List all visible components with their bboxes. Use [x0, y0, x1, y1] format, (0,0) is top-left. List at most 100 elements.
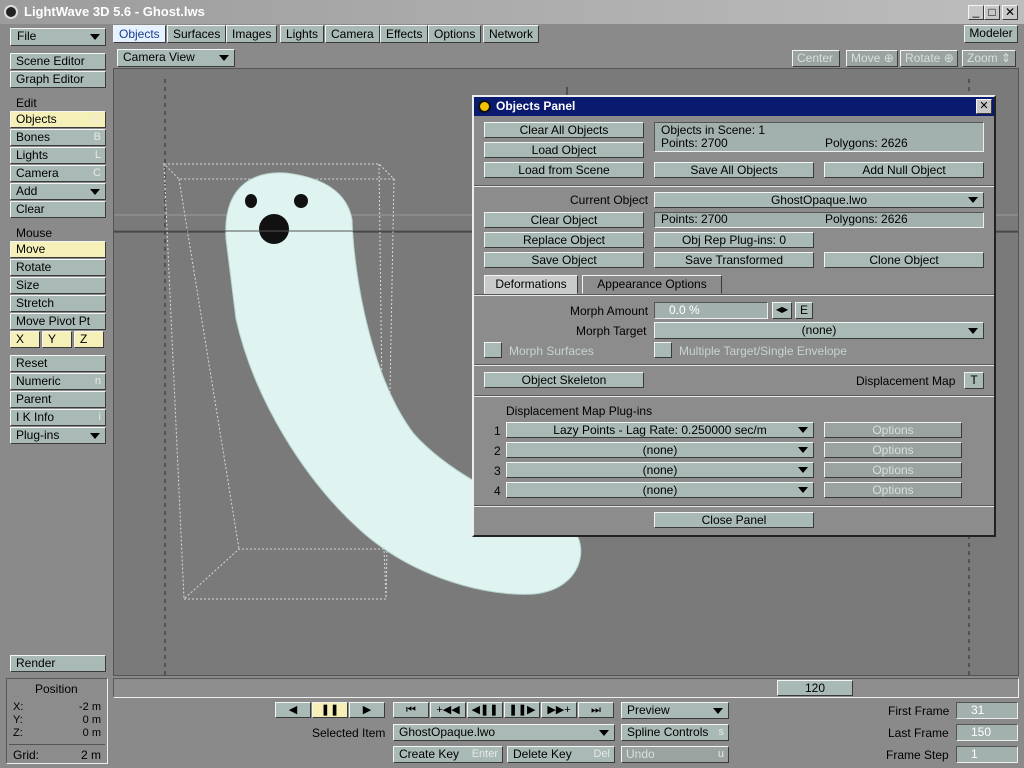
timeline-slider[interactable]: 120	[777, 680, 853, 696]
create-key-button[interactable]: Create Key Enter	[393, 746, 503, 763]
sidebar-item-numeric[interactable]: Numeric n	[10, 373, 106, 390]
clear-button[interactable]: Clear	[10, 201, 106, 218]
close-panel-button[interactable]: Close Panel	[654, 512, 814, 528]
first-frame-field[interactable]: 31	[956, 702, 1018, 719]
save-object-button[interactable]: Save Object	[484, 252, 644, 268]
play-forward-button[interactable]: ▶	[349, 702, 385, 718]
sidebar-item-stretch[interactable]: Stretch	[10, 295, 106, 312]
sidebar-item-objects[interactable]: Objects O	[10, 111, 106, 128]
preview-select[interactable]: Preview	[621, 702, 729, 719]
tab-objects[interactable]: Objects	[113, 25, 166, 43]
tab-surfaces[interactable]: Surfaces	[167, 25, 227, 43]
plugin-select-2[interactable]: (none)	[506, 442, 814, 458]
undo-button[interactable]: Undo u	[621, 746, 729, 763]
prev-frame-button[interactable]: ◀❚❚	[467, 702, 503, 718]
envelope-arrows-button[interactable]: ◀▶	[772, 302, 792, 319]
clone-object-button[interactable]: Clone Object	[824, 252, 984, 268]
sidebar-item-rotate[interactable]: Rotate	[10, 259, 106, 276]
tab-deformations[interactable]: Deformations	[484, 275, 578, 294]
multiple-target-checkbox[interactable]	[654, 342, 672, 358]
file-menu[interactable]: File	[10, 28, 106, 46]
prev-key-button[interactable]: +◀◀	[430, 702, 466, 718]
close-window-button[interactable]: ✕	[1002, 5, 1018, 20]
graph-editor-button[interactable]: Graph Editor	[10, 71, 106, 88]
next-key-button[interactable]: ▶▶+	[541, 702, 577, 718]
panel-close-button[interactable]: ✕	[976, 99, 992, 114]
plugin-options-button-1[interactable]: Options	[824, 422, 962, 438]
plugin-select-1[interactable]: Lazy Points - Lag Rate: 0.250000 sec/m	[506, 422, 814, 438]
sidebar-item-bones[interactable]: Bones B	[10, 129, 106, 146]
morph-surfaces-checkbox[interactable]	[484, 342, 502, 358]
first-key-button[interactable]: ⏮	[393, 702, 429, 718]
envelope-e-button[interactable]: E	[795, 302, 813, 319]
delete-key-button[interactable]: Delete Key Del	[507, 746, 615, 763]
morph-target-select[interactable]: (none)	[654, 322, 984, 339]
displacement-plugins-header: Displacement Map Plug-ins	[506, 404, 653, 418]
replace-object-button[interactable]: Replace Object	[484, 232, 644, 248]
save-all-objects-button[interactable]: Save All Objects	[654, 162, 814, 178]
obj-rep-plugins-button[interactable]: Obj Rep Plug-ins: 0	[654, 232, 814, 248]
tab-lights[interactable]: Lights	[280, 25, 325, 43]
modeler-button[interactable]: Modeler	[964, 25, 1018, 43]
object-stats: Points: 2700 Polygons: 2626	[654, 212, 984, 228]
last-key-button[interactable]: ⏭	[578, 702, 614, 718]
clear-all-objects-button[interactable]: Clear All Objects	[484, 122, 644, 138]
tab-options[interactable]: Options	[428, 25, 482, 43]
view-select[interactable]: Camera View	[117, 49, 235, 67]
spline-controls-button[interactable]: Spline Controls s	[621, 724, 729, 741]
panel-title-bar[interactable]: Objects Panel ✕	[474, 97, 994, 116]
pause-button[interactable]: ❚❚	[312, 702, 348, 718]
load-object-button[interactable]: Load Object	[484, 142, 644, 158]
minimize-button[interactable]: _	[968, 5, 984, 20]
tab-network[interactable]: Network	[483, 25, 540, 43]
sidebar-item-size[interactable]: Size	[10, 277, 106, 294]
multiple-target-label: Multiple Target/Single Envelope	[679, 344, 847, 358]
tab-images[interactable]: Images	[226, 25, 278, 43]
plugin-options-button-4[interactable]: Options	[824, 482, 962, 498]
play-reverse-button[interactable]: ◀	[275, 702, 311, 718]
chevron-down-icon	[798, 487, 808, 493]
timeline-track[interactable]: 120	[113, 678, 1019, 698]
displacement-map-t-button[interactable]: T	[964, 372, 984, 389]
next-frame-button[interactable]: ❚❚▶	[504, 702, 540, 718]
load-from-scene-button[interactable]: Load from Scene	[484, 162, 644, 178]
tab-appearance-options[interactable]: Appearance Options	[582, 275, 722, 294]
plugin-options-button-3[interactable]: Options	[824, 462, 962, 478]
plugin-options-button-2[interactable]: Options	[824, 442, 962, 458]
frame-step-field[interactable]: 1	[956, 746, 1018, 763]
current-object-label: Current Object	[570, 193, 649, 207]
axis-z-toggle[interactable]: Z	[74, 331, 104, 348]
sidebar-item-camera[interactable]: Camera C	[10, 165, 106, 182]
sidebar-item-parent[interactable]: Parent	[10, 391, 106, 408]
tab-effects[interactable]: Effects	[380, 25, 429, 43]
chevron-down-icon	[968, 328, 978, 334]
render-button[interactable]: Render	[10, 655, 106, 672]
maximize-button[interactable]: □	[984, 5, 1000, 20]
object-skeleton-button[interactable]: Object Skeleton	[484, 372, 644, 388]
plugin-select-4[interactable]: (none)	[506, 482, 814, 498]
current-object-select[interactable]: GhostOpaque.lwo	[654, 192, 984, 208]
shortcut-key: C	[93, 167, 101, 179]
plugin-select-3[interactable]: (none)	[506, 462, 814, 478]
axis-x-toggle[interactable]: X	[10, 331, 40, 348]
axis-y-toggle[interactable]: Y	[42, 331, 72, 348]
center-button[interactable]: Center	[792, 50, 840, 67]
reset-button[interactable]: Reset	[10, 355, 106, 372]
selected-item-select[interactable]: GhostOpaque.lwo	[393, 724, 615, 741]
morph-amount-field[interactable]: 0.0 %	[654, 302, 768, 319]
add-null-object-button[interactable]: Add Null Object	[824, 162, 984, 178]
rotate-view-button[interactable]: Rotate ⊕	[900, 50, 958, 67]
tab-camera[interactable]: Camera	[325, 25, 380, 43]
sidebar-item-i-k-info[interactable]: I K Info i	[10, 409, 106, 426]
plugins-menu[interactable]: Plug-ins	[10, 427, 106, 444]
zoom-view-button[interactable]: Zoom ⇕	[962, 50, 1016, 67]
sidebar-item-move[interactable]: Move	[10, 241, 106, 258]
sidebar-item-lights[interactable]: Lights L	[10, 147, 106, 164]
clear-object-button[interactable]: Clear Object	[484, 212, 644, 228]
last-frame-field[interactable]: 150	[956, 724, 1018, 741]
scene-editor-button[interactable]: Scene Editor	[10, 53, 106, 70]
save-transformed-button[interactable]: Save Transformed	[654, 252, 814, 268]
sidebar-item-move-pivot-pt[interactable]: Move Pivot Pt	[10, 313, 106, 330]
move-view-button[interactable]: Move ⊕	[846, 50, 898, 67]
add-menu[interactable]: Add	[10, 183, 106, 200]
